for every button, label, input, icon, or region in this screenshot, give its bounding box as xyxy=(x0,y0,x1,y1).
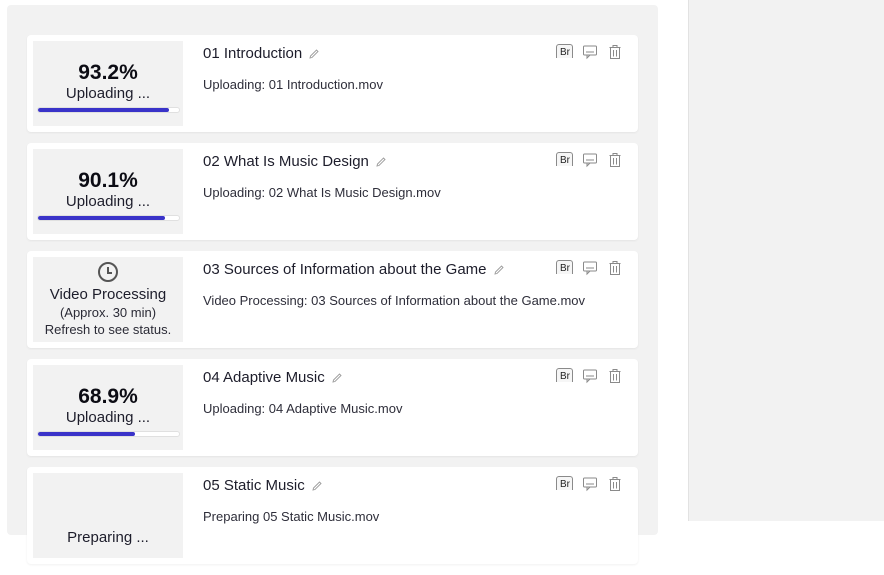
upload-subtitle: Preparing 05 Static Music.mov xyxy=(203,509,380,524)
upload-percent: 68.9% xyxy=(78,384,138,408)
upload-list: 93.2% Uploading ... 01 Introduction Uplo… xyxy=(27,35,638,575)
upload-item: 68.9% Uploading ... 04 Adaptive Music Up… xyxy=(27,359,638,456)
upload-thumbnail: Preparing ... xyxy=(33,473,183,558)
upload-thumbnail: 93.2% Uploading ... xyxy=(33,41,183,126)
upload-thumbnail: 90.1% Uploading ... xyxy=(33,149,183,234)
broken-image-button[interactable]: Br xyxy=(556,476,573,490)
upload-actions: Br xyxy=(556,44,623,60)
upload-progress-bar xyxy=(36,430,180,437)
upload-title: 01 Introduction xyxy=(203,45,303,62)
upload-status: Uploading ... xyxy=(65,84,151,102)
upload-item: 93.2% Uploading ... 01 Introduction Uplo… xyxy=(27,35,638,132)
comment-icon[interactable] xyxy=(582,44,598,60)
trash-icon[interactable] xyxy=(607,260,623,276)
comment-icon[interactable] xyxy=(582,260,598,276)
upload-item: Preparing ... 05 Static Music Preparing … xyxy=(27,467,638,564)
upload-subtitle: Uploading: 01 Introduction.mov xyxy=(203,77,383,92)
upload-progress-fill xyxy=(37,431,135,436)
upload-percent: 90.1% xyxy=(78,168,138,192)
upload-status: Preparing ... xyxy=(67,528,149,546)
broken-image-button[interactable]: Br xyxy=(556,152,573,166)
upload-actions: Br xyxy=(556,368,623,384)
upload-status: Uploading ... xyxy=(65,408,151,426)
upload-thumbnail: Video Processing (Approx. 30 min) Refres… xyxy=(33,257,183,342)
upload-percent: 93.2% xyxy=(78,60,138,84)
upload-subtitle: Video Processing: 03 Sources of Informat… xyxy=(203,293,586,308)
upload-title: 03 Sources of Information about the Game xyxy=(203,261,487,278)
trash-icon[interactable] xyxy=(607,476,623,492)
upload-title: 04 Adaptive Music xyxy=(203,369,325,386)
upload-item: 90.1% Uploading ... 02 What Is Music Des… xyxy=(27,143,638,240)
upload-item: Video Processing (Approx. 30 min) Refres… xyxy=(27,251,638,348)
comment-icon[interactable] xyxy=(582,152,598,168)
comment-icon[interactable] xyxy=(582,476,598,492)
broken-image-button[interactable]: Br xyxy=(556,368,573,382)
broken-image-button[interactable]: Br xyxy=(556,260,573,274)
processing-eta: (Approx. 30 min) xyxy=(59,304,157,320)
upload-title: 02 What Is Music Design xyxy=(203,153,369,170)
upload-progress-fill xyxy=(37,107,169,112)
edit-pencil-icon[interactable] xyxy=(493,264,505,276)
upload-subtitle: Uploading: 02 What Is Music Design.mov xyxy=(203,185,441,200)
edit-pencil-icon[interactable] xyxy=(331,372,343,384)
upload-progress-fill xyxy=(37,215,165,220)
trash-icon[interactable] xyxy=(607,368,623,384)
upload-subtitle: Uploading: 04 Adaptive Music.mov xyxy=(203,401,403,416)
comment-icon[interactable] xyxy=(582,368,598,384)
upload-actions: Br xyxy=(556,260,623,276)
upload-panel: 93.2% Uploading ... 01 Introduction Uplo… xyxy=(7,5,658,564)
trash-icon[interactable] xyxy=(607,152,623,168)
upload-status: Uploading ... xyxy=(65,192,151,210)
upload-actions: Br xyxy=(556,476,623,492)
upload-actions: Br xyxy=(556,152,623,168)
upload-progress-bar xyxy=(36,214,180,221)
edit-pencil-icon[interactable] xyxy=(311,480,323,492)
broken-image-button[interactable]: Br xyxy=(556,44,573,58)
processing-hint: Refresh to see status. xyxy=(44,321,172,337)
upload-thumbnail: 68.9% Uploading ... xyxy=(33,365,183,450)
right-side-panel xyxy=(688,0,884,521)
upload-progress-bar xyxy=(36,106,180,113)
edit-pencil-icon[interactable] xyxy=(375,156,387,168)
processing-status: Video Processing xyxy=(49,285,167,303)
trash-icon[interactable] xyxy=(607,44,623,60)
upload-title: 05 Static Music xyxy=(203,477,305,494)
clock-icon xyxy=(98,261,118,282)
edit-pencil-icon[interactable] xyxy=(308,48,320,60)
